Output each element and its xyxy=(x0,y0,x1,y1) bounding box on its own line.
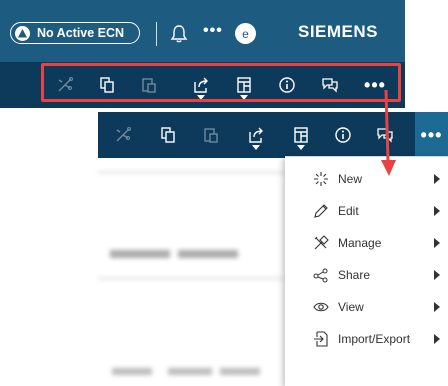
pencil-icon xyxy=(312,202,330,220)
share-nodes-icon xyxy=(312,266,330,284)
share-icon[interactable] xyxy=(243,120,269,150)
highlight-box xyxy=(41,63,401,102)
new-sparkle-icon xyxy=(312,170,330,188)
menu-item-label: New xyxy=(338,172,363,186)
submenu-arrow-icon xyxy=(434,302,440,312)
submenu-arrow-icon xyxy=(434,174,440,184)
blurred-background-content xyxy=(98,158,285,386)
more-glyph: ••• xyxy=(420,125,443,145)
menu-item-view[interactable]: View xyxy=(285,291,448,323)
menu-item-new[interactable]: New xyxy=(285,163,448,195)
menu-item-label: Edit xyxy=(338,204,359,218)
eye-icon xyxy=(312,298,330,316)
submenu-arrow-icon xyxy=(434,334,440,344)
comments-icon[interactable] xyxy=(372,120,398,150)
bell-icon[interactable] xyxy=(170,24,188,44)
ecn-label: No Active ECN xyxy=(37,26,125,40)
top-screenshot: No Active ECN ••• e SIEMENS ••• xyxy=(0,0,448,108)
blur-divider xyxy=(98,172,285,173)
menu-item-import-export[interactable]: Import/Export xyxy=(285,323,448,355)
structure-icon[interactable] xyxy=(110,120,136,150)
blur-block xyxy=(168,368,212,375)
import-export-icon xyxy=(312,330,330,348)
blur-block xyxy=(112,368,152,375)
brand-logo: SIEMENS xyxy=(298,22,379,41)
view-layout-icon[interactable] xyxy=(288,120,314,150)
blur-block xyxy=(178,250,238,258)
dropdown-caret xyxy=(252,145,260,150)
menu-item-label: Share xyxy=(338,268,371,282)
more-button-active[interactable]: ••• xyxy=(415,112,448,158)
submenu-arrow-icon xyxy=(434,206,440,216)
menu-item-manage[interactable]: Manage xyxy=(285,227,448,259)
bottom-screenshot: ••• New Edit Manage Share View Import/Ex… xyxy=(98,112,448,386)
menu-item-label: View xyxy=(338,300,364,314)
submenu-arrow-icon xyxy=(434,238,440,248)
ecn-icon xyxy=(15,25,30,41)
blur-block xyxy=(220,368,260,375)
header-divider xyxy=(156,22,157,46)
ecn-status-button[interactable]: No Active ECN xyxy=(10,22,140,44)
blur-divider xyxy=(98,278,285,279)
header-more-icon[interactable]: ••• xyxy=(203,22,223,40)
paste-icon[interactable] xyxy=(198,120,224,150)
menu-item-edit[interactable]: Edit xyxy=(285,195,448,227)
dropdown-caret xyxy=(297,145,305,150)
menu-item-label: Manage xyxy=(338,236,382,250)
menu-item-share[interactable]: Share xyxy=(285,259,448,291)
tools-icon xyxy=(312,234,330,252)
info-icon[interactable] xyxy=(330,120,356,150)
more-dropdown-menu: New Edit Manage Share View Import/Export xyxy=(285,156,448,386)
command-toolbar-expanded: ••• xyxy=(98,112,448,158)
submenu-arrow-icon xyxy=(434,270,440,280)
menu-item-label: Import/Export xyxy=(338,332,411,346)
app-header: No Active ECN ••• e SIEMENS xyxy=(0,0,405,62)
copy-icon[interactable] xyxy=(155,120,181,150)
blur-block xyxy=(110,250,170,258)
avatar[interactable]: e xyxy=(235,23,256,44)
